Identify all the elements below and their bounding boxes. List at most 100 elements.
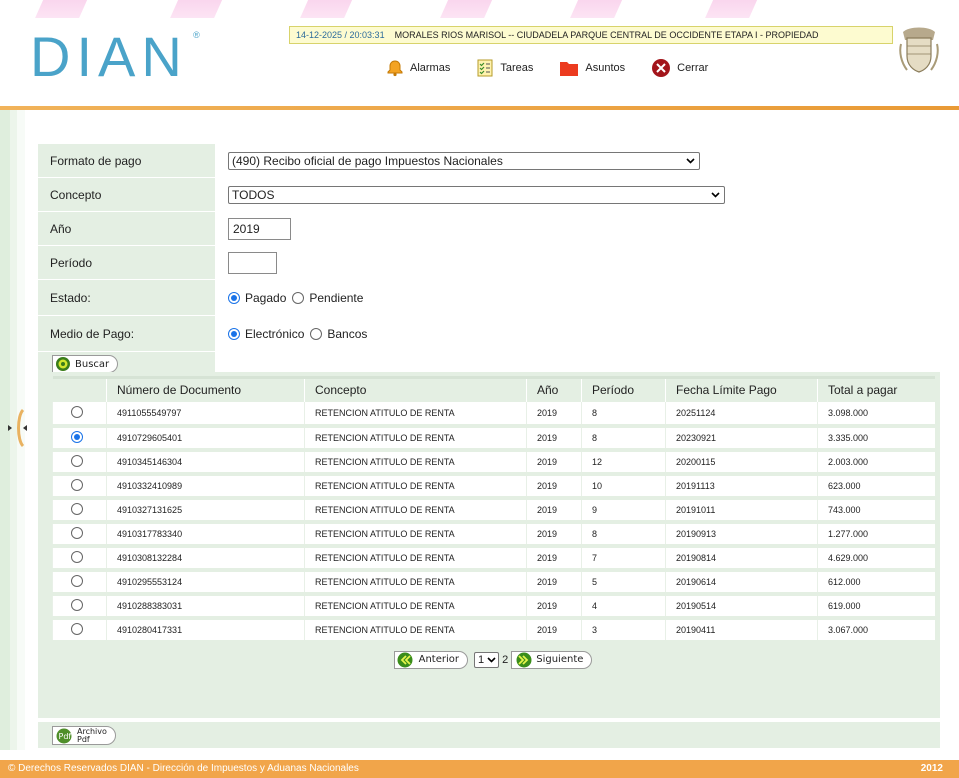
cell-anio: 2019: [526, 497, 582, 524]
pdf-row: Pdf Archivo Pdf: [38, 722, 940, 748]
cell-concepto: RETENCION ATITULO DE RENTA: [304, 617, 527, 644]
medio-electronico-option[interactable]: Electrónico: [228, 327, 304, 341]
table-row[interactable]: 4910332410989 RETENCION ATITULO DE RENTA 2…: [52, 473, 935, 500]
row-select-radio[interactable]: [71, 405, 83, 418]
row-select-radio[interactable]: [71, 574, 83, 587]
siguiente-button[interactable]: Siguiente: [511, 650, 593, 669]
estado-pendiente-option[interactable]: Pendiente: [292, 291, 363, 305]
col-header-documento[interactable]: Número de Documento: [106, 376, 305, 402]
col-header-concepto[interactable]: Concepto: [304, 376, 527, 402]
cell-total: 3.335.000: [817, 425, 935, 452]
medio-electronico-label: Electrónico: [245, 326, 305, 341]
cell-total: 743.000: [817, 497, 935, 524]
row-select-radio[interactable]: [71, 550, 83, 563]
periodo-label: Período: [38, 246, 215, 279]
cell-concepto: RETENCION ATITULO DE RENTA: [304, 593, 527, 620]
anterior-button[interactable]: Anterior: [393, 650, 468, 669]
cell-anio: 2019: [526, 545, 582, 572]
dian-logo: DIAN ®: [30, 25, 200, 88]
page-link-2[interactable]: 2: [502, 654, 508, 666]
estado-pagado-radio[interactable]: [228, 291, 240, 304]
row-select-radio[interactable]: [71, 526, 83, 539]
row-select-radio[interactable]: [71, 598, 83, 611]
row-select-cell: [52, 545, 107, 572]
estado-pendiente-radio[interactable]: [292, 291, 305, 304]
cell-numero-documento: 4910295553124: [106, 569, 305, 596]
cell-total: 619.000: [817, 593, 935, 620]
medio-bancos-label: Bancos: [327, 326, 368, 341]
periodo-input[interactable]: [228, 251, 277, 274]
row-select-cell: [52, 593, 107, 620]
row-select-cell: [52, 473, 107, 500]
table-row[interactable]: 4911055549797 RETENCION ATITULO DE RENTA 2…: [52, 401, 935, 428]
close-circle-icon: [652, 59, 671, 77]
table-row[interactable]: 4910345146304 RETENCION ATITULO DE RENTA 2…: [52, 449, 935, 476]
cell-concepto: RETENCION ATITULO DE RENTA: [304, 497, 527, 524]
table-row[interactable]: 4910327131625 RETENCION ATITULO DE RENTA 2…: [52, 497, 935, 524]
cell-numero-documento: 4910288383031: [106, 593, 305, 620]
cell-anio: 2019: [526, 521, 582, 548]
cell-concepto: RETENCION ATITULO DE RENTA: [304, 401, 527, 428]
cell-periodo: 3: [581, 617, 666, 644]
buscar-label: Buscar: [75, 358, 110, 370]
results-table: Número de Documento Concepto Año Período…: [52, 376, 935, 644]
table-row[interactable]: 4910280417331 RETENCION ATITULO DE RENTA 2…: [52, 617, 935, 644]
table-row[interactable]: 4910308132284 RETENCION ATITULO DE RENTA 2…: [52, 545, 935, 572]
cell-numero-documento: 4910729605401: [106, 425, 305, 452]
col-header-anio[interactable]: Año: [526, 376, 582, 402]
cell-concepto: RETENCION ATITULO DE RENTA: [304, 521, 527, 548]
menu-tareas[interactable]: Tareas: [476, 59, 533, 77]
col-header-fecha-limite[interactable]: Fecha Límite Pago: [665, 376, 818, 402]
cell-periodo: 8: [581, 521, 666, 548]
table-row[interactable]: 4910729605401 RETENCION ATITULO DE RENTA 2…: [52, 425, 935, 452]
cell-numero-documento: 4910327131625: [106, 497, 305, 524]
row-select-radio[interactable]: [71, 430, 83, 443]
archivo-pdf-button[interactable]: Pdf Archivo Pdf: [52, 726, 116, 745]
row-select-cell: [52, 497, 107, 524]
menu-cerrar[interactable]: Cerrar: [651, 58, 708, 78]
menu-asuntos[interactable]: Asuntos: [559, 59, 625, 77]
payment-filter-form: Formato de pago (490) Recibo oficial de …: [38, 144, 940, 376]
table-row[interactable]: 4910288383031 RETENCION ATITULO DE RENTA 2…: [52, 593, 935, 620]
col-header-periodo[interactable]: Período: [581, 376, 666, 402]
cell-periodo: 9: [581, 497, 666, 524]
cell-fecha-limite: 20251124: [665, 401, 818, 428]
cell-periodo: 8: [581, 425, 666, 452]
anio-input[interactable]: 2019: [228, 217, 291, 240]
buscar-button[interactable]: Buscar: [52, 355, 119, 373]
row-concepto: Concepto TODOS: [38, 178, 940, 212]
table-row[interactable]: 4910295553124 RETENCION ATITULO DE RENTA 2…: [52, 569, 935, 596]
cell-periodo: 8: [581, 401, 666, 428]
top-decorative-band: [0, 0, 959, 18]
sidebar-toggle-handle[interactable]: [5, 408, 31, 448]
results-panel: Número de Documento Concepto Año Período…: [38, 372, 940, 718]
row-select-radio[interactable]: [71, 478, 83, 491]
concepto-select[interactable]: TODOS: [228, 185, 725, 204]
cell-anio: 2019: [526, 569, 582, 596]
double-chevron-right-icon: [516, 652, 532, 667]
page-select[interactable]: 1: [473, 651, 500, 668]
formato-pago-label: Formato de pago: [38, 144, 215, 177]
row-select-radio[interactable]: [71, 622, 83, 635]
menu-alarmas[interactable]: Alarmas: [386, 59, 450, 77]
cell-total: 612.000: [817, 569, 935, 596]
table-row[interactable]: 4910317783340 RETENCION ATITULO DE RENTA 2…: [52, 521, 935, 548]
formato-pago-select[interactable]: (490) Recibo oficial de pago Impuestos N…: [228, 151, 700, 170]
medio-bancos-radio[interactable]: [310, 327, 323, 340]
footer: © Derechos Reservados DIAN - Dirección d…: [0, 760, 959, 778]
row-select-radio[interactable]: [71, 502, 83, 515]
footer-copyright: © Derechos Reservados DIAN - Dirección d…: [8, 763, 359, 774]
medio-electronico-radio[interactable]: [228, 327, 240, 340]
row-select-cell: [52, 449, 107, 476]
cell-concepto: RETENCION ATITULO DE RENTA: [304, 545, 527, 572]
row-select-radio[interactable]: [71, 454, 83, 467]
pdf-label: Pdf: [77, 734, 90, 744]
cell-fecha-limite: 20200115: [665, 449, 818, 476]
col-header-total[interactable]: Total a pagar: [817, 376, 935, 402]
menu-asuntos-label: Asuntos: [585, 62, 626, 74]
chevron-down-icon: [686, 157, 695, 164]
cell-numero-documento: 4910280417331: [106, 617, 305, 644]
row-select-cell: [52, 425, 107, 452]
medio-bancos-option[interactable]: Bancos: [310, 327, 367, 341]
estado-pagado-option[interactable]: Pagado: [228, 291, 286, 305]
